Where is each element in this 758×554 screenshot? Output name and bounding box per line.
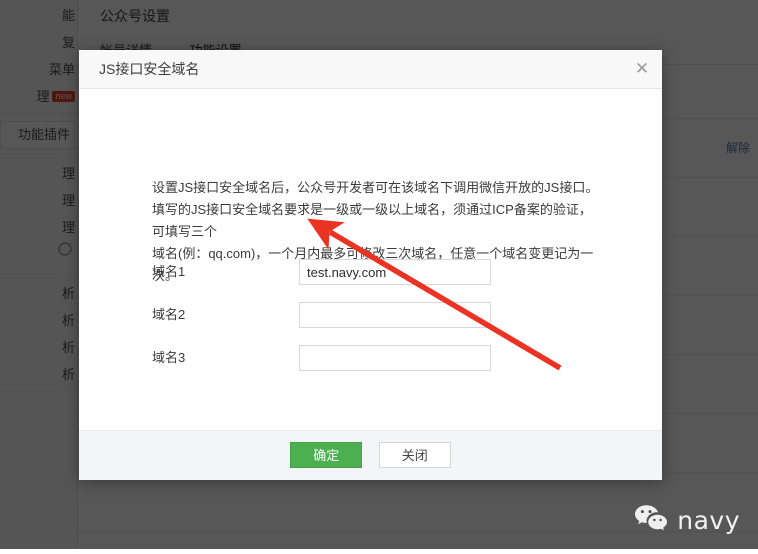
description-line-2: 填写的JS接口安全域名要求是一级或一级以上域名，须通过ICP备案的验证，可填写三… xyxy=(152,202,592,239)
description-line-1: 设置JS接口安全域名后，公众号开发者可在该域名下调用微信开放的JS接口。 xyxy=(152,180,599,195)
domain-1-input[interactable] xyxy=(299,259,491,285)
confirm-button[interactable]: 确定 xyxy=(290,442,363,468)
domain-2-label: 域名2 xyxy=(152,307,186,322)
domain-1-label: 域名1 xyxy=(152,264,186,279)
domain-field-row-1: 域名1 xyxy=(152,259,572,285)
dialog-body: 设置JS接口安全域名后，公众号开发者可在该域名下调用微信开放的JS接口。 填写的… xyxy=(79,89,662,431)
domain-2-input[interactable] xyxy=(299,302,491,328)
dialog-footer: 确定 关闭 xyxy=(79,430,662,480)
cancel-button[interactable]: 关闭 xyxy=(378,442,451,468)
domain-field-row-2: 域名2 xyxy=(152,302,572,328)
dialog-title: JS接口安全域名 xyxy=(99,61,200,77)
domain-3-input[interactable] xyxy=(299,345,491,371)
js-domain-dialog: JS接口安全域名 ✕ 设置JS接口安全域名后，公众号开发者可在该域名下调用微信开… xyxy=(79,50,662,480)
dialog-header: JS接口安全域名 ✕ xyxy=(79,50,662,89)
domain-field-row-3: 域名3 xyxy=(152,345,572,371)
domain-3-label: 域名3 xyxy=(152,350,186,365)
close-icon[interactable]: ✕ xyxy=(632,59,652,79)
